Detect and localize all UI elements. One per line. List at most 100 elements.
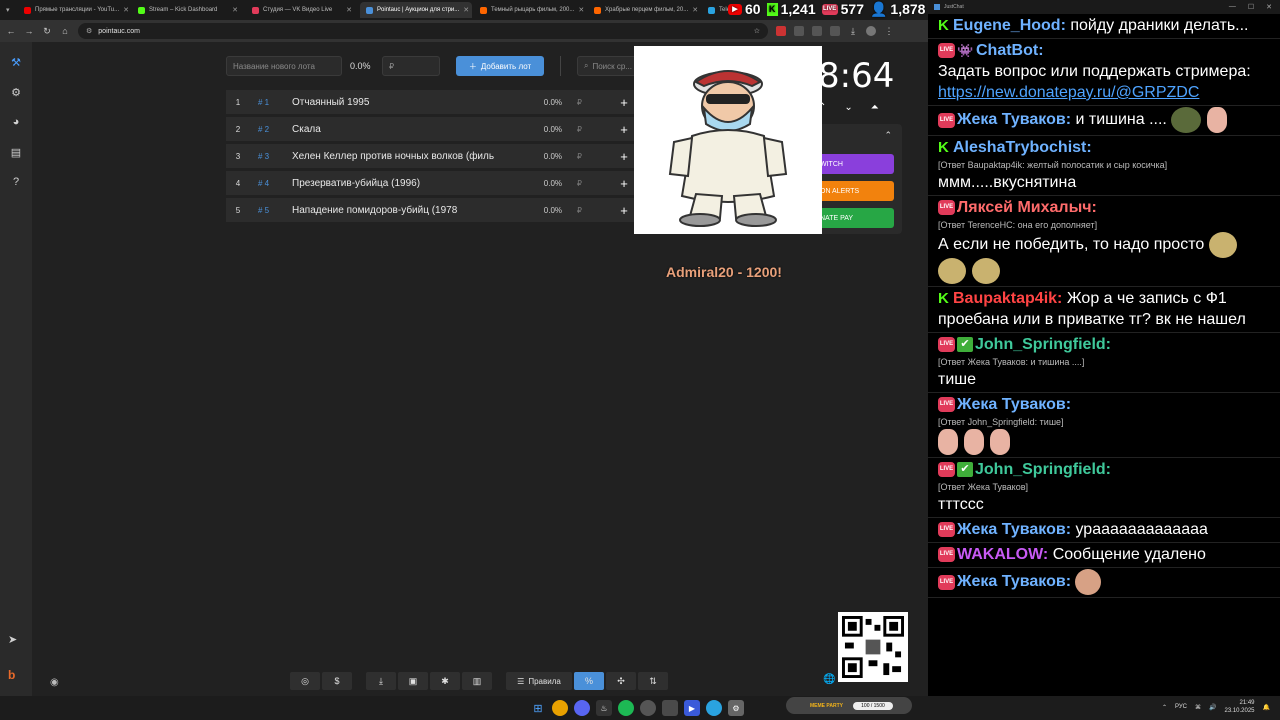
chat-nick[interactable]: Eugene_Hood: bbox=[953, 17, 1066, 34]
rules-button[interactable]: ☰ Правила bbox=[506, 672, 572, 690]
back-icon[interactable]: ← bbox=[6, 26, 16, 36]
donate-dollar-icon[interactable]: $ bbox=[322, 672, 352, 690]
chevron-up-icon[interactable]: ⌃ bbox=[1162, 704, 1167, 711]
add-lot-button[interactable]: ＋ Добавить лот bbox=[456, 56, 544, 76]
chevron-up-icon[interactable]: ⌃ bbox=[884, 130, 892, 141]
windows-start-icon[interactable]: ⊞ bbox=[530, 700, 546, 716]
discord-icon[interactable] bbox=[574, 700, 590, 716]
lot-title[interactable]: Отчаянный 1995 bbox=[292, 97, 522, 108]
extension-icon[interactable] bbox=[812, 26, 822, 36]
sort-icon[interactable]: ⇅ bbox=[638, 672, 668, 690]
lot-id[interactable]: # 3 bbox=[250, 152, 292, 161]
chat-nick[interactable]: WAKALOW: bbox=[957, 546, 1048, 563]
menu-kebab-icon[interactable]: ⋮ bbox=[884, 26, 894, 37]
media-player-icon[interactable]: ▶ bbox=[684, 700, 700, 716]
tab-pointauc[interactable]: Pointauc | Аукцион для стри... ✕ bbox=[360, 2, 472, 18]
chat-nick[interactable]: Жека Туваков: bbox=[957, 521, 1071, 538]
lot-amount-currency[interactable]: ₽ bbox=[562, 152, 582, 161]
profile-avatar[interactable] bbox=[866, 26, 876, 36]
bug-icon[interactable]: ✱ bbox=[430, 672, 460, 690]
chat-nick[interactable]: ChatBot: bbox=[976, 42, 1044, 59]
add-amount-plus-icon[interactable]: + bbox=[612, 203, 636, 218]
network-icon[interactable]: ⌘ bbox=[1195, 704, 1201, 711]
tab-kick[interactable]: Stream – Kick Dashboard ✕ bbox=[132, 2, 244, 18]
wheel-icon[interactable]: ◕ bbox=[8, 114, 24, 130]
tab-vk[interactable]: Студия — VK Видео Live ✕ bbox=[246, 2, 358, 18]
taskbar-clock[interactable]: 21:49 23.10.2025 bbox=[1224, 699, 1254, 715]
lot-id[interactable]: # 4 bbox=[250, 179, 292, 188]
lot-row[interactable]: 3 # 3 Хелен Келлер против ночных волков … bbox=[226, 144, 636, 168]
lot-id[interactable]: # 2 bbox=[250, 125, 292, 134]
donationalerts-button[interactable]: ON ALERTS bbox=[818, 181, 894, 201]
boosty-icon[interactable]: b bbox=[8, 668, 15, 682]
lot-row[interactable]: 2 # 2 Скала 0.0% ₽ + bbox=[226, 117, 636, 141]
close-icon[interactable]: ✕ bbox=[463, 6, 469, 14]
new-lot-name-input[interactable]: Название нового лота bbox=[226, 56, 342, 76]
add-amount-plus-icon[interactable]: + bbox=[612, 149, 636, 164]
settings-gear-icon[interactable]: ⚙ bbox=[728, 700, 744, 716]
close-icon[interactable]: ✕ bbox=[578, 6, 584, 14]
spotify-icon[interactable] bbox=[618, 700, 634, 716]
home-icon[interactable]: ⌂ bbox=[60, 26, 70, 36]
close-icon[interactable]: ✕ bbox=[692, 6, 698, 14]
chrome-icon[interactable] bbox=[552, 700, 568, 716]
lot-row[interactable]: 4 # 4 Презерватив-убийца (1996) 0.0% ₽ + bbox=[226, 171, 636, 195]
close-icon[interactable]: ✕ bbox=[346, 6, 352, 14]
lot-title[interactable]: Хелен Келлер против ночных волков (филь bbox=[292, 151, 522, 162]
tab-search-icon[interactable]: ▾ bbox=[6, 6, 16, 14]
lot-id[interactable]: # 5 bbox=[250, 206, 292, 215]
chat-nick[interactable]: John_Springfield: bbox=[975, 336, 1111, 353]
reload-icon[interactable]: ↻ bbox=[42, 26, 52, 37]
lot-title[interactable]: Нападение помидоров-убийц (1978 bbox=[292, 205, 522, 216]
chat-nick[interactable]: Ляксей Михалыч: bbox=[957, 199, 1097, 216]
twitch-button[interactable]: WITCH bbox=[818, 154, 894, 174]
volume-icon[interactable]: 🔊 bbox=[1209, 704, 1216, 711]
download-icon[interactable]: ⤓ bbox=[848, 26, 858, 37]
github-icon[interactable]: ◎ bbox=[290, 672, 320, 690]
settings-gear-icon[interactable]: ⚙ bbox=[8, 84, 24, 100]
chat-nick[interactable]: John_Springfield: bbox=[975, 461, 1111, 478]
chat-nick[interactable]: AleshaTrybochist: bbox=[953, 139, 1092, 156]
site-info-icon[interactable]: ⚙ bbox=[86, 27, 92, 35]
download-icon[interactable]: ⤓ bbox=[366, 672, 396, 690]
chat-nick[interactable]: Жека Туваков: bbox=[957, 111, 1071, 128]
minimize-icon[interactable]: — bbox=[1229, 3, 1236, 11]
auction-hammer-icon[interactable]: ⚒ bbox=[8, 54, 24, 70]
lot-amount-currency[interactable]: ₽ bbox=[562, 98, 582, 107]
telegram-icon[interactable] bbox=[706, 700, 722, 716]
lot-row[interactable]: 1 # 1 Отчаянный 1995 0.0% ₽ + bbox=[226, 90, 636, 114]
tab-brave-peppers[interactable]: Храбрые перцем фильм, 20... ✕ bbox=[588, 2, 700, 18]
lot-amount-currency[interactable]: ₽ bbox=[562, 125, 582, 134]
add-amount-plus-icon[interactable]: + bbox=[612, 176, 636, 191]
tab-youtube[interactable]: Прямые трансляции - YouTu... ✕ bbox=[18, 2, 130, 18]
notifications-bell-icon[interactable]: 🔔 bbox=[1263, 704, 1270, 711]
extension-icon[interactable] bbox=[830, 26, 840, 36]
lot-amount-currency[interactable]: ₽ bbox=[562, 179, 582, 188]
tab-dark-knight[interactable]: Темный рыцарь фильм, 200... ✕ bbox=[474, 2, 586, 18]
lot-amount-currency[interactable]: ₽ bbox=[562, 206, 582, 215]
lot-title[interactable]: Скала bbox=[292, 124, 522, 135]
extension-icon[interactable] bbox=[776, 26, 786, 36]
donation-link[interactable]: https://new.donatepay.ru/@GRPZDC bbox=[938, 84, 1199, 101]
input-language[interactable]: РУС bbox=[1175, 704, 1187, 710]
address-bar[interactable]: ⚙ pointauc.com ☆ bbox=[78, 23, 768, 39]
new-lot-amount-input[interactable]: ₽ bbox=[382, 56, 440, 76]
maximize-icon[interactable]: ☐ bbox=[1248, 3, 1254, 11]
eye-icon[interactable]: ◉ bbox=[50, 677, 59, 688]
help-icon[interactable]: ? bbox=[8, 174, 24, 190]
extension-icon[interactable] bbox=[794, 26, 804, 36]
donatepay-button[interactable]: NATE PAY bbox=[818, 208, 894, 228]
close-icon[interactable]: ✕ bbox=[123, 6, 129, 14]
globe-icon[interactable]: 🌐 bbox=[823, 674, 835, 685]
chat-nick[interactable]: Baupaktap4ik: bbox=[953, 290, 1062, 307]
history-icon[interactable]: ▤ bbox=[8, 144, 24, 160]
save-icon[interactable]: ▣ bbox=[398, 672, 428, 690]
percent-toggle[interactable]: % bbox=[574, 672, 604, 690]
bookmark-star-icon[interactable]: ☆ bbox=[754, 27, 760, 35]
lot-title[interactable]: Презерватив-убийца (1996) bbox=[292, 178, 522, 189]
trash-icon[interactable]: ▥ bbox=[462, 672, 492, 690]
forward-icon[interactable]: → bbox=[24, 26, 34, 36]
chat-nick[interactable]: Жека Туваков: bbox=[957, 396, 1071, 413]
add-amount-plus-icon[interactable]: + bbox=[612, 122, 636, 137]
chat-nick[interactable]: Жека Туваков: bbox=[957, 573, 1071, 590]
